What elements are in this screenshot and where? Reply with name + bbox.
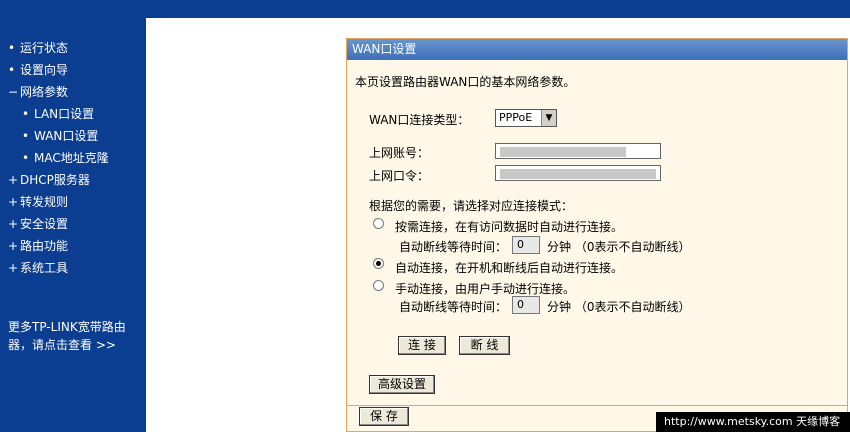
- promo-line-2: 器，请点击查看 >>: [8, 338, 116, 352]
- sidebar-item-label: 运行状态: [20, 41, 69, 55]
- idle-time-unit: 分钟 （0表示不自动断线）: [547, 300, 691, 314]
- mode-manual-label: 手动连接，由用户手动进行连接。: [395, 282, 576, 296]
- save-button[interactable]: 保 存: [359, 407, 409, 426]
- disconnect-button[interactable]: 断 线: [459, 336, 510, 355]
- conn-type-select[interactable]: PPPoE ▼: [495, 109, 557, 127]
- conn-type-value: PPPoE: [499, 111, 533, 124]
- expand-icon: +: [8, 173, 19, 187]
- sidebar-item-dhcp[interactable]: + DHCP服务器: [8, 171, 90, 188]
- mode-manual-radio[interactable]: [373, 280, 384, 291]
- idle-time-label: 自动断线等待时间：: [399, 240, 508, 254]
- expand-icon: +: [8, 195, 19, 209]
- expand-icon: +: [8, 217, 19, 231]
- sidebar-item-label: 转发规则: [20, 195, 69, 209]
- bullet-icon: •: [8, 63, 16, 77]
- sidebar-item-label: 安全设置: [20, 217, 69, 231]
- watermark: http://www.metsky.com 天缘博客: [656, 412, 850, 432]
- sidebar: • 运行状态 • 设置向导 − 网络参数 • LAN口设置 • WAN口设置 • MAC地址…: [0, 18, 146, 432]
- sidebar-item-label: MAC地址克隆: [34, 151, 109, 165]
- connect-button[interactable]: 连 接: [398, 336, 446, 355]
- idle-time-label: 自动断线等待时间：: [399, 300, 508, 314]
- sidebar-item-wan[interactable]: • WAN口设置: [22, 127, 98, 144]
- mode-prompt: 根据您的需要，请选择对应连接模式：: [369, 199, 574, 213]
- idle-time-input[interactable]: 0: [512, 236, 540, 254]
- sidebar-item-mac-clone[interactable]: • MAC地址克隆: [22, 149, 109, 166]
- sidebar-item-network[interactable]: − 网络参数: [8, 83, 68, 100]
- dropdown-arrow-icon[interactable]: ▼: [541, 110, 556, 126]
- sidebar-item-system-tools[interactable]: + 系统工具: [8, 259, 68, 276]
- advanced-settings-button[interactable]: 高级设置: [369, 375, 435, 394]
- sidebar-item-label: LAN口设置: [34, 107, 95, 121]
- mode-auto-label: 自动连接，在开机和断线后自动进行连接。: [395, 261, 624, 275]
- sidebar-item-wizard[interactable]: • 设置向导: [8, 61, 68, 78]
- password-label: 上网口令：: [369, 169, 430, 183]
- idle-time-input[interactable]: 0: [512, 296, 540, 314]
- expand-icon: +: [8, 261, 19, 275]
- sidebar-item-label: DHCP服务器: [20, 173, 90, 187]
- sidebar-item-status[interactable]: • 运行状态: [8, 39, 68, 56]
- corner-curve: [146, 18, 206, 78]
- sidebar-item-routing[interactable]: + 路由功能: [8, 237, 68, 254]
- sidebar-item-forwarding[interactable]: + 转发规则: [8, 193, 68, 210]
- sidebar-item-label: 系统工具: [20, 261, 69, 275]
- sidebar-item-lan[interactable]: • LAN口设置: [22, 105, 94, 122]
- mode-auto-radio[interactable]: [373, 258, 384, 269]
- idle-time-unit: 分钟 （0表示不自动断线）: [547, 240, 691, 254]
- promo-link[interactable]: 更多TP-LINK宽带路由 器，请点击查看 >>: [8, 318, 142, 354]
- bullet-icon: •: [22, 151, 30, 165]
- promo-line-1: 更多TP-LINK宽带路由: [8, 320, 126, 334]
- sidebar-item-label: 设置向导: [20, 63, 69, 77]
- top-bar: [0, 0, 850, 18]
- bullet-icon: •: [8, 41, 16, 55]
- mode-on-demand-label: 按需连接，在有访问数据时自动进行连接。: [395, 220, 624, 234]
- account-label: 上网账号：: [369, 146, 430, 160]
- intro-text: 本页设置路由器WAN口的基本网络参数。: [355, 75, 576, 89]
- sidebar-item-label: 网络参数: [20, 85, 69, 99]
- account-input[interactable]: [495, 143, 661, 159]
- expand-icon: +: [8, 239, 19, 253]
- sidebar-item-security[interactable]: + 安全设置: [8, 215, 68, 232]
- redacted-value: [500, 147, 626, 157]
- sidebar-item-label: 路由功能: [20, 239, 69, 253]
- password-input[interactable]: [495, 165, 661, 181]
- sidebar-item-label: WAN口设置: [34, 129, 99, 143]
- bullet-icon: •: [22, 107, 30, 121]
- bullet-icon: •: [22, 129, 30, 143]
- redacted-value: [500, 169, 656, 179]
- divider: [347, 405, 847, 406]
- conn-type-label: WAN口连接类型：: [369, 113, 470, 127]
- wan-settings-panel: WAN口设置 本页设置路由器WAN口的基本网络参数。 WAN口连接类型： PPP…: [346, 38, 848, 432]
- panel-title: WAN口设置: [347, 39, 847, 60]
- collapse-icon: −: [8, 85, 19, 99]
- mode-on-demand-radio[interactable]: [373, 218, 384, 229]
